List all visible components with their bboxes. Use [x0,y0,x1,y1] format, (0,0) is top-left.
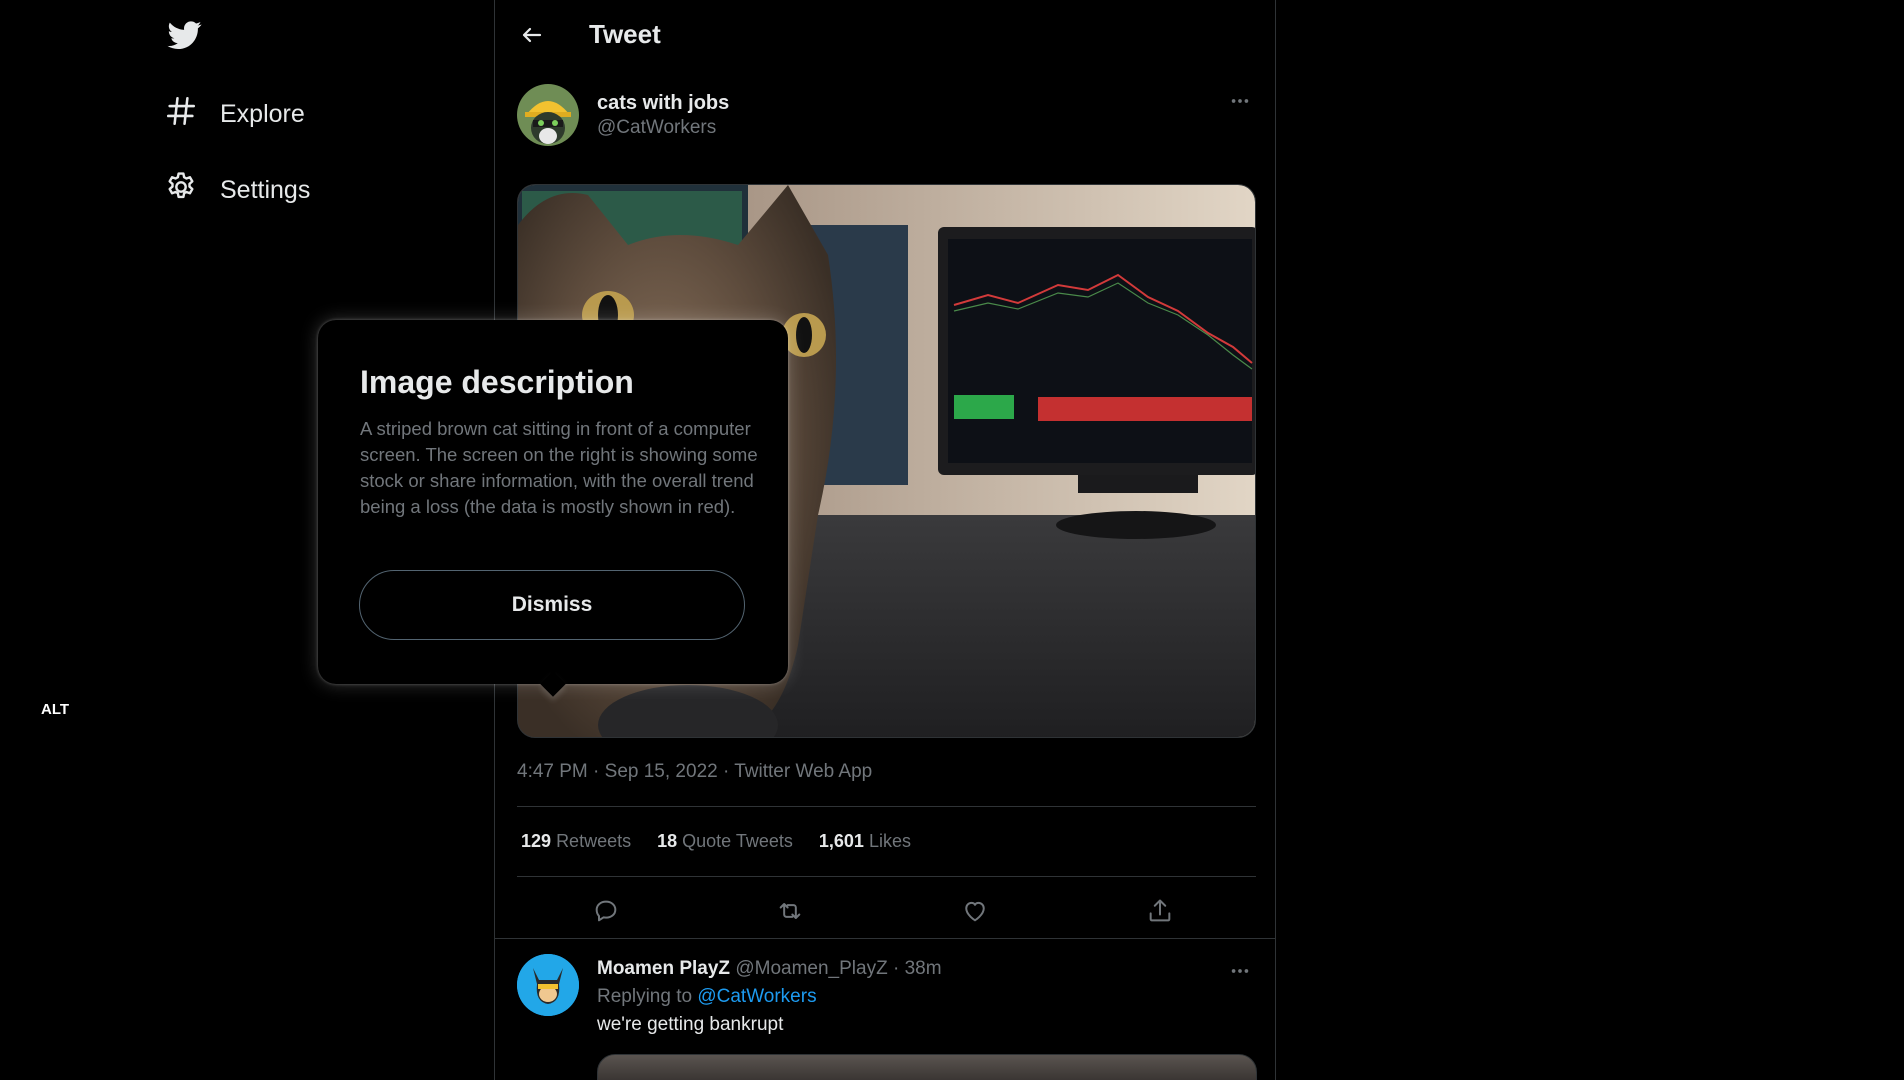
reply-time[interactable]: 38m [905,958,942,979]
reply-button[interactable] [587,892,625,930]
nav-explore[interactable]: Explore [164,86,305,142]
reply-header: Moamen PlayZ @Moamen_PlayZ · 38m [597,958,942,980]
nav-settings-label: Settings [220,175,311,204]
heart-icon [965,901,985,922]
tweet-source: Twitter Web App [734,761,873,782]
more-dots-icon [1231,969,1249,973]
separator: · [593,761,605,782]
reply-author-handle[interactable]: @Moamen_PlayZ [735,958,887,979]
twitter-bird-icon[interactable] [166,18,204,52]
popover-title: Image description [360,364,634,400]
reply-avatar[interactable] [517,954,579,1016]
separator: · [892,958,905,979]
retweets-count: 129 [521,831,552,851]
divider [495,938,1275,939]
retweet-icon [779,903,801,919]
quote-tweets-stat[interactable]: 18 Quote Tweets [657,831,793,852]
quotes-label: Quote Tweets [682,831,793,851]
nav-settings[interactable]: Settings [164,162,310,218]
author-name[interactable]: cats with jobs [597,92,729,115]
back-button[interactable] [515,18,549,52]
alt-badge[interactable]: ALT [34,697,77,722]
avatar[interactable] [517,84,579,146]
more-dots-icon [1231,99,1249,103]
more-options-button[interactable] [1223,84,1257,118]
tweet-date[interactable]: Sep 15, 2022 [605,761,718,782]
nav-explore-label: Explore [220,99,305,128]
back-arrow-icon [522,27,542,43]
replying-handle-link[interactable]: @CatWorkers [697,986,816,1007]
retweets-stat[interactable]: 129 Retweets [521,831,631,852]
likes-count: 1,601 [818,831,864,851]
retweets-label: Retweets [556,831,632,851]
dismiss-button[interactable]: Dismiss [359,570,745,640]
quotes-count: 18 [657,831,678,851]
page-title: Tweet [589,19,661,49]
tweet-header: Tweet [495,0,1275,70]
reply-text: we're getting bankrupt [597,1014,784,1035]
tweet-actions [517,888,1256,934]
divider [517,806,1256,807]
author-handle[interactable]: @CatWorkers [597,117,716,139]
reply-photo[interactable] [597,1054,1257,1080]
tweet-meta: 4:47 PM · Sep 15, 2022 · Twitter Web App [517,761,872,783]
tweet-author: cats with jobs @CatWorkers [517,84,1257,150]
reply-more-options-button[interactable] [1223,954,1257,988]
like-button[interactable] [956,892,994,930]
separator: · [722,761,735,782]
reply-icon [595,900,617,922]
likes-stat[interactable]: 1,601 Likes [819,831,911,852]
divider [517,876,1256,877]
reply-tweet[interactable]: Moamen PlayZ @Moamen_PlayZ · 38m Replyin… [517,954,1257,1080]
share-button[interactable] [1141,892,1179,930]
replying-to: Replying to @CatWorkers [597,986,817,1008]
reply-author-name[interactable]: Moamen PlayZ [597,958,730,979]
tweet-time[interactable]: 4:47 PM [517,761,588,782]
likes-label: Likes [868,831,911,851]
gear-icon [164,170,198,211]
share-icon [1149,899,1171,922]
popover-description: A striped brown cat sitting in front of … [360,418,758,517]
tweet-stats: 129 Retweets 18 Quote Tweets 1,601 Likes [521,831,911,852]
retweet-button[interactable] [771,892,809,930]
replying-prefix: Replying to [597,986,693,1007]
hashtag-icon [164,94,198,135]
image-description-popover: Image description A striped brown cat si… [318,320,788,684]
